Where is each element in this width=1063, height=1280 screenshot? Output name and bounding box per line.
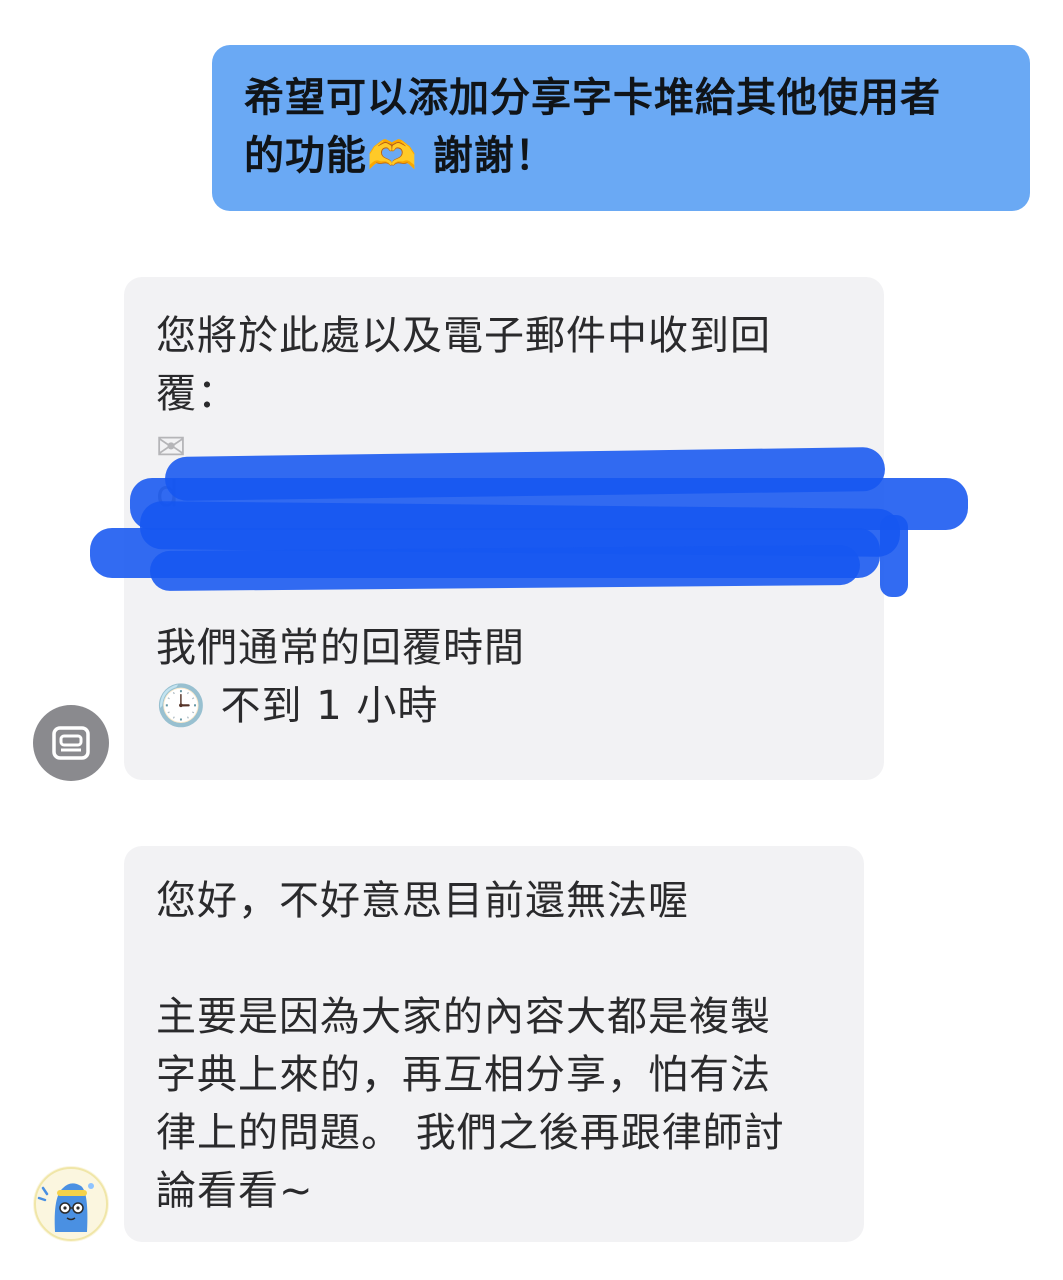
- mascot-character-icon: [34, 1167, 108, 1241]
- agent-reply-line-4: 律上的問題。 我們之後再跟律師討: [156, 1110, 785, 1156]
- bot-avatar-icon[interactable]: [33, 705, 109, 781]
- auto-reply-line-1: 您將於此處以及電子郵件中收到回: [156, 313, 771, 359]
- agent-reply-bubble: 您好，不好意思目前還無法喔 主要是因為大家的內容大都是複製 字典上來的，再互相分…: [124, 846, 864, 1242]
- heart-hands-icon: 🫶: [367, 133, 418, 179]
- inbox-icon: [52, 726, 90, 760]
- mascot-avatar-icon[interactable]: [33, 1166, 109, 1242]
- user-message-bubble: 希望可以添加分享字卡堆給其他使用者 的功能🫶 謝謝！: [212, 45, 1030, 211]
- agent-reply-line-2: 主要是因為大家的內容大都是複製: [156, 994, 771, 1040]
- thanks-text: 謝謝！: [417, 133, 556, 179]
- agent-reply-line-1: 您好，不好意思目前還無法喔: [156, 878, 689, 924]
- agent-reply-line-3: 字典上來的，再互相分享，怕有法: [156, 1052, 771, 1098]
- user-message-line-2: 的功能🫶 謝謝！: [244, 127, 1000, 185]
- auto-reply-line-2: 覆：: [156, 371, 238, 417]
- agent-reply-line-5: 論看看~: [156, 1168, 314, 1214]
- response-time-row: 🕒 不到 1 小時: [156, 677, 854, 735]
- user-message-line-1: 希望可以添加分享字卡堆給其他使用者: [244, 75, 941, 121]
- clock-icon: 🕒: [156, 683, 207, 729]
- response-time-label: 我們通常的回覆時間: [156, 625, 525, 671]
- response-time-value: 不到 1 小時: [220, 683, 439, 729]
- user-message-text: 的功能: [244, 133, 367, 179]
